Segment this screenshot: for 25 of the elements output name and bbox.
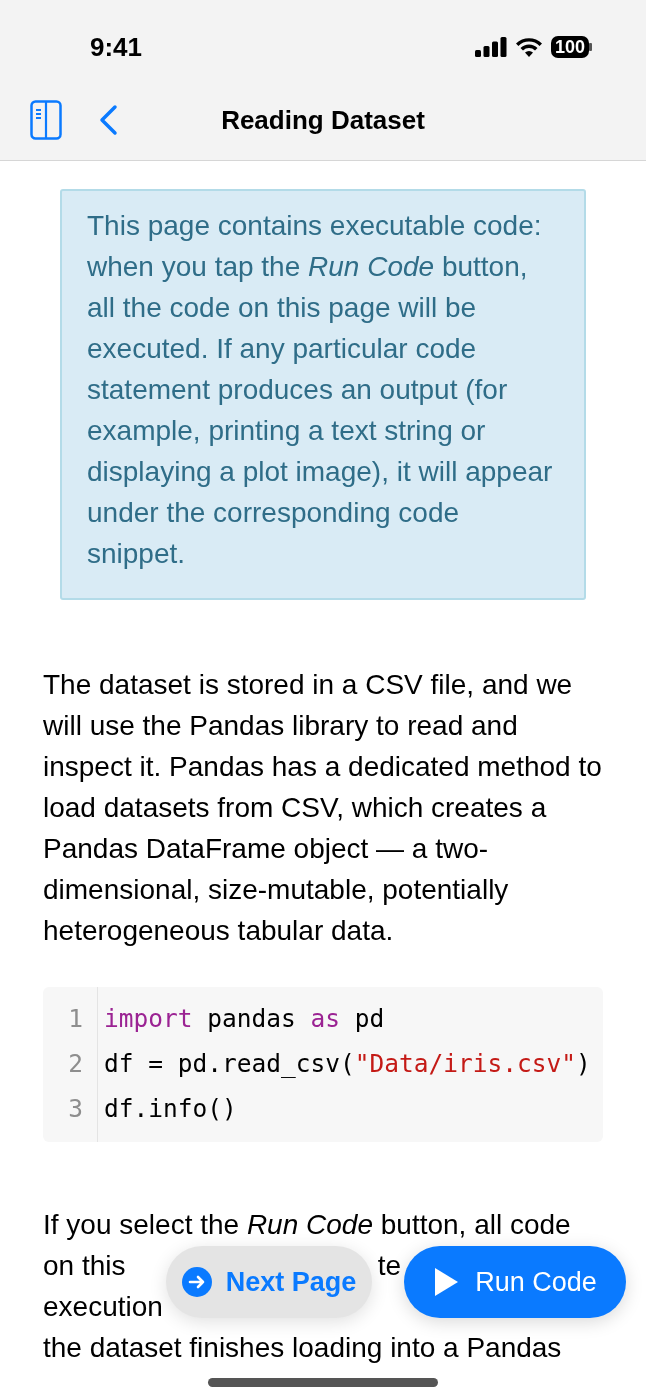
status-time: 9:41 bbox=[90, 30, 143, 64]
line-number: 2 bbox=[67, 1048, 84, 1081]
arrow-right-circle-icon bbox=[181, 1267, 212, 1297]
page-title: Reading Dataset bbox=[221, 103, 425, 137]
code-line: df.info() bbox=[103, 1093, 237, 1126]
run-code-button[interactable]: Run Code bbox=[404, 1246, 626, 1318]
wifi-icon bbox=[514, 37, 543, 57]
play-icon bbox=[433, 1267, 460, 1297]
battery-level: 100 bbox=[550, 36, 589, 58]
paragraph-line: on this bbox=[43, 1249, 126, 1283]
info-note: This page contains executable code: when you tap the Run Code button, all the code on this page will be executed. If any particular code statement produces an output (for example, printing a text string or displaying a plot image), it will appear under the corresponding code snippet. bbox=[87, 209, 554, 571]
line-number: 3 bbox=[67, 1093, 84, 1126]
code-line: df = pd.read_csv("Data/iris.csv") bbox=[103, 1048, 591, 1081]
back-icon[interactable] bbox=[98, 104, 118, 136]
paragraph-line: te bbox=[377, 1249, 401, 1283]
battery-tip-icon bbox=[589, 43, 592, 51]
paragraph-line: the dataset finishes loading into a Pandas bbox=[43, 1331, 562, 1365]
next-page-button[interactable]: Next Page bbox=[166, 1246, 372, 1318]
paragraph-line: If you select the Run Code button, all code bbox=[43, 1208, 571, 1242]
code-line: import pandas as pd bbox=[103, 1003, 385, 1036]
line-number: 1 bbox=[67, 1003, 84, 1036]
body-paragraph: The dataset is stored in a CSV file, and we will use the Pandas library to read and inspect it. Pandas has a dedicated method to load datasets from CSV, which creates a Pandas DataFrame object — a two-dimensional, size-mutable, potentially heterogeneous tabular data. bbox=[43, 668, 603, 948]
paragraph-line: execution bbox=[43, 1290, 163, 1324]
sidebar-icon[interactable] bbox=[30, 100, 62, 140]
signal-icon bbox=[474, 37, 507, 57]
